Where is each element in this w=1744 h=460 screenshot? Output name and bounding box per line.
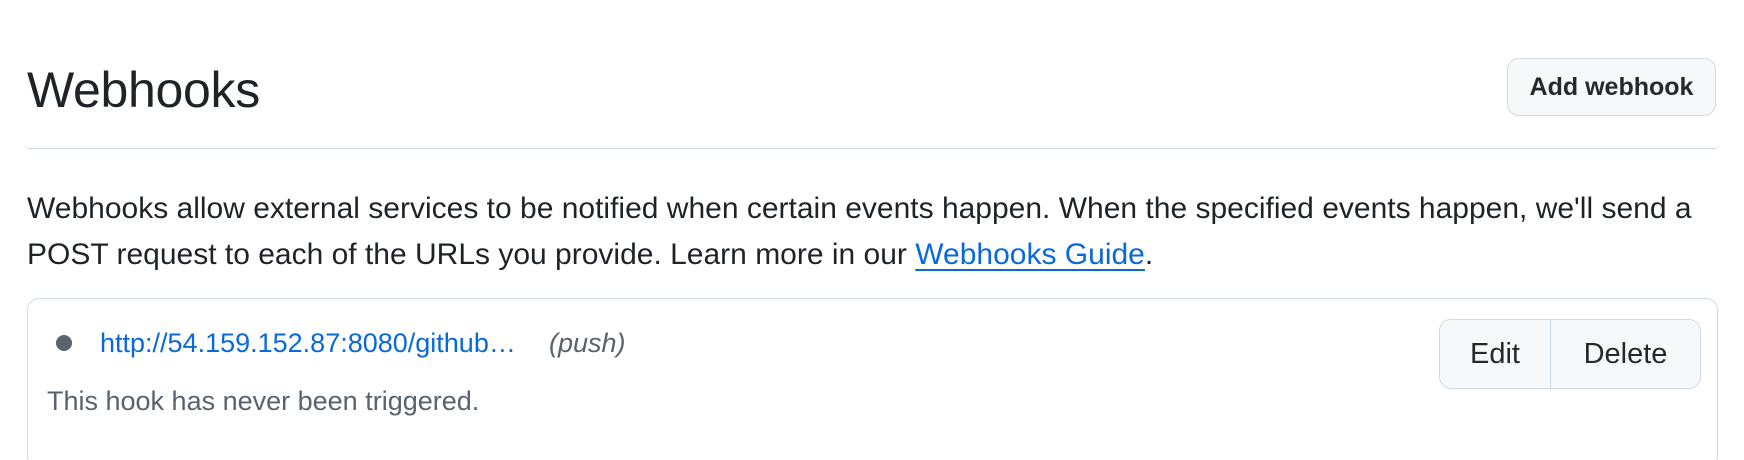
webhook-list-item: http://54.159.152.87:8080/github… (push)…	[27, 298, 1718, 460]
webhook-events: (push)	[549, 328, 626, 358]
edit-webhook-button[interactable]: Edit	[1440, 320, 1551, 388]
page-header: Webhooks Add webhook	[27, 56, 1717, 149]
delete-webhook-button[interactable]: Delete	[1551, 320, 1700, 388]
page-title: Webhooks	[27, 62, 260, 118]
webhook-delivery-status: This hook has never been triggered.	[47, 386, 480, 416]
webhooks-settings-page: Webhooks Add webhook Webhooks allow exte…	[0, 0, 1744, 460]
description-trailing-text: .	[1144, 238, 1154, 271]
add-webhook-button[interactable]: Add webhook	[1507, 58, 1716, 116]
webhook-url-link[interactable]: http://54.159.152.87:8080/github…	[100, 325, 516, 361]
status-dot-icon	[56, 335, 72, 351]
webhooks-guide-link[interactable]: Webhooks Guide	[915, 238, 1145, 271]
description-text: Webhooks allow external services to be n…	[27, 192, 1692, 271]
webhooks-description: Webhooks allow external services to be n…	[27, 186, 1727, 278]
webhook-actions: Edit Delete	[1439, 319, 1701, 389]
